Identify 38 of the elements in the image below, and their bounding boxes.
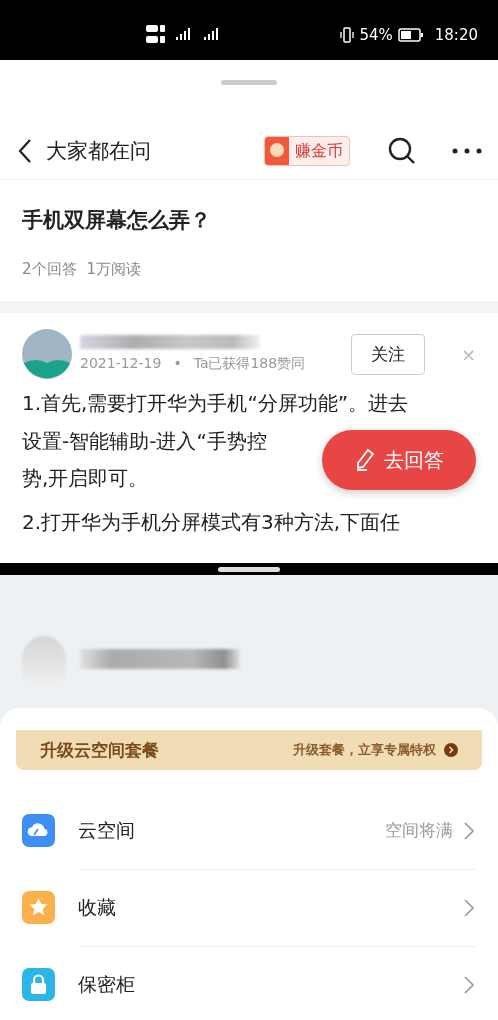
drag-handle[interactable] (221, 80, 277, 85)
answer-date: 2021-12-19 (80, 355, 162, 373)
vibrate-icon (340, 27, 355, 43)
menu-item-label[interactable]: 云空间 (78, 817, 362, 844)
like-count: Ta已获得188赞同 (193, 355, 306, 373)
chevron-icon (464, 975, 474, 994)
arrow-circle-icon (444, 743, 458, 757)
menu-item-label[interactable]: 收藏 (78, 894, 441, 921)
battery-percent: 54% (359, 26, 393, 44)
question-stat: 2个回答 (22, 260, 77, 279)
answer-text-line: 势,开启即可。 (22, 465, 149, 492)
answer-text-line: 设置-智能辅助-进入“手势控 (22, 427, 267, 455)
answer-text-line: 1.首先,需要打开华为手机“分屏功能”。进去 (22, 390, 409, 417)
clock: 18:20 (434, 26, 478, 44)
back-icon[interactable] (18, 138, 32, 164)
lock-icon (22, 968, 55, 1001)
question-title: 手机双屏幕怎么弄？ (22, 207, 212, 234)
blurred-avatar (22, 636, 66, 682)
status-text: 空间将满 (385, 819, 453, 842)
more-icon[interactable] (452, 148, 482, 154)
answer-button[interactable]: 去回答 (322, 430, 476, 490)
avatar-icon[interactable] (22, 329, 72, 379)
follow-button[interactable]: 关注 (350, 333, 425, 375)
upgrade-banner[interactable]: 升级云空间套餐 升级套餐，立享专属特权 (16, 730, 482, 770)
chevron-icon (464, 821, 474, 840)
chevron-icon (464, 898, 474, 917)
pen-icon (354, 448, 376, 472)
earn-coins-button[interactable]: 赚金币 (264, 136, 350, 166)
page-title: 大家都在问 (46, 138, 152, 165)
battery-icon (397, 28, 424, 42)
coin-envelope-icon (265, 137, 289, 165)
cloud-icon (22, 814, 55, 847)
search-icon[interactable] (388, 137, 416, 165)
menu-item-label[interactable]: 保密柜 (78, 971, 441, 998)
separator-dot: • (173, 355, 182, 373)
split-handle[interactable] (218, 566, 280, 572)
question-stat: 1万阅读 (86, 260, 142, 279)
answer-text-line: 2.打开华为手机分屏模式有3种方法,下面任 (22, 508, 401, 536)
